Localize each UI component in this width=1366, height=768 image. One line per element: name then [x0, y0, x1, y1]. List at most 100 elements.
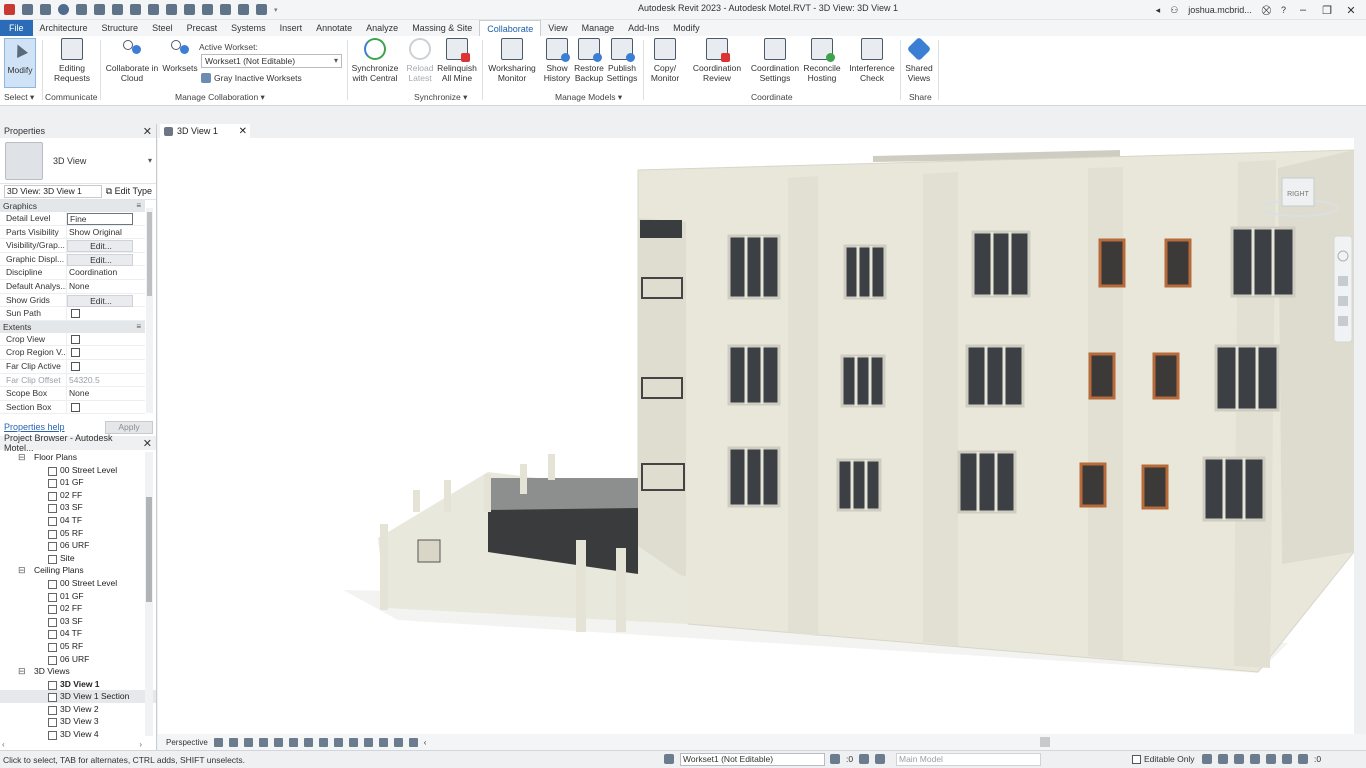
collaborate-in-cloud-button[interactable]: Collaborate in Cloud — [103, 38, 161, 83]
apply-button[interactable]: Apply — [105, 420, 153, 434]
sun-path-icon[interactable] — [243, 737, 253, 747]
type-selector[interactable]: 3D View ▾ — [0, 138, 156, 184]
tab-structure[interactable]: Structure — [95, 20, 146, 36]
measure-icon[interactable] — [130, 4, 141, 15]
tab-systems[interactable]: Systems — [224, 20, 273, 36]
tag-icon[interactable] — [166, 4, 177, 15]
close-view-tab-icon[interactable]: ✕ — [239, 126, 247, 137]
editable-only-toggle[interactable]: Editable Only — [1132, 754, 1195, 764]
select-underlay-icon[interactable] — [1218, 754, 1228, 764]
select-links-icon[interactable] — [1202, 754, 1212, 764]
editing-requests-button[interactable]: Editing Requests — [52, 38, 92, 83]
browser-view-item[interactable]: 00 Street Level — [0, 577, 156, 590]
browser-view-item[interactable]: 03 SF — [0, 615, 156, 628]
property-value[interactable]: None — [67, 387, 145, 400]
navigation-bar[interactable] — [1333, 235, 1353, 343]
section-icon[interactable] — [220, 4, 231, 15]
browser-view-item[interactable]: 02 FF — [0, 602, 156, 615]
browser-view-item[interactable]: 06 URF — [0, 653, 156, 666]
tab-massing-site[interactable]: Massing & Site — [405, 20, 479, 36]
properties-help-link[interactable]: Properties help — [4, 422, 65, 432]
property-value[interactable]: Coordination — [67, 266, 145, 279]
show-crop-icon[interactable] — [303, 737, 313, 747]
property-value[interactable] — [67, 360, 145, 373]
property-value[interactable]: None — [67, 280, 145, 293]
view-cube-face[interactable]: RIGHT — [1287, 191, 1310, 198]
restore-button[interactable]: ❐ — [1320, 4, 1334, 17]
browser-scrollbar[interactable] — [145, 452, 153, 736]
reload-latest-button[interactable]: Reload Latest — [404, 38, 436, 83]
drag-on-selection-icon[interactable] — [1266, 754, 1276, 764]
property-checkbox[interactable] — [71, 361, 80, 371]
property-value[interactable]: Show Original — [67, 226, 145, 239]
dimension-icon[interactable] — [148, 4, 159, 15]
panel-manage-models[interactable]: Manage Models ▾ — [555, 92, 622, 103]
publish-settings-button[interactable]: Publish Settings — [605, 38, 639, 83]
scroll-thumb[interactable] — [147, 212, 152, 296]
worksets-button[interactable]: Worksets — [162, 38, 198, 73]
print-icon[interactable] — [112, 4, 123, 15]
browser-view-item[interactable]: 3D View 3 — [0, 715, 156, 728]
browser-view-item[interactable]: 3D View 4 — [0, 728, 156, 741]
show-history-button[interactable]: Show History — [541, 38, 573, 83]
save-icon[interactable] — [40, 4, 51, 15]
sync-status-icon[interactable] — [830, 754, 840, 764]
search-icon[interactable]: ◂ — [1156, 5, 1161, 16]
switch-windows-icon[interactable] — [256, 4, 267, 15]
copy-monitor-button[interactable]: Copy/ Monitor — [648, 38, 682, 83]
editable-only-checkbox[interactable] — [1132, 754, 1141, 764]
render-icon[interactable] — [273, 737, 283, 747]
worksharing-display-icon[interactable] — [363, 737, 373, 747]
browser-view-item[interactable]: 01 GF — [0, 590, 156, 603]
tab-manage[interactable]: Manage — [575, 20, 622, 36]
property-value[interactable]: Fine — [67, 213, 133, 225]
browser-view-item[interactable]: 3D View 1 Section — [0, 690, 156, 703]
group-graphics[interactable]: Graphics — [0, 200, 145, 212]
background-process-icon[interactable] — [1282, 754, 1292, 764]
user-name[interactable]: joshua.mcbrid... — [1188, 5, 1252, 15]
visual-style-icon[interactable] — [228, 737, 238, 747]
property-value[interactable]: Edit... — [67, 253, 133, 266]
synchronize-with-central-button[interactable]: Synchronize with Central — [352, 38, 398, 83]
instance-selector[interactable]: 3D View: 3D View 1 — [4, 185, 102, 198]
property-value[interactable]: Edit... — [67, 294, 133, 307]
tab-steel[interactable]: Steel — [145, 20, 180, 36]
property-value[interactable]: 54320.5 — [67, 374, 145, 387]
exclude-options-icon[interactable] — [875, 754, 886, 764]
browser-category[interactable]: 3D Views — [0, 665, 156, 678]
select-by-face-icon[interactable] — [1250, 754, 1260, 764]
worksharing-monitor-button[interactable]: Worksharing Monitor — [487, 38, 537, 83]
browser-view-item[interactable]: 02 FF — [0, 489, 156, 502]
crop-view-icon[interactable] — [288, 737, 298, 747]
account-icon[interactable]: ⚇ — [1170, 5, 1178, 16]
coordination-review-button[interactable]: Coordination Review — [690, 38, 744, 83]
text-icon[interactable] — [184, 4, 195, 15]
analytical-model-icon[interactable] — [378, 737, 388, 747]
minimize-button[interactable]: – — [1296, 4, 1310, 16]
qat-dropdown-icon[interactable]: ▾ — [274, 6, 280, 14]
browser-view-item[interactable]: 3D View 2 — [0, 703, 156, 716]
lock-view-icon[interactable] — [318, 737, 328, 747]
open-icon[interactable] — [22, 4, 33, 15]
close-hidden-icon[interactable] — [238, 4, 249, 15]
active-workset-select[interactable]: Workset1 (Not Editable) — [201, 54, 342, 68]
browser-category[interactable]: Ceiling Plans — [0, 564, 156, 577]
tab-architecture[interactable]: Architecture — [33, 20, 95, 36]
worksets-status-icon[interactable] — [664, 754, 674, 764]
gray-inactive-worksets-button[interactable]: Gray Inactive Worksets — [201, 73, 302, 83]
restore-backup-button[interactable]: Restore Backup — [573, 38, 605, 83]
browser-view-item[interactable]: Site — [0, 552, 156, 565]
3d-view-icon[interactable] — [202, 4, 213, 15]
tab-collaborate[interactable]: Collaborate — [479, 20, 542, 36]
browser-view-item[interactable]: 03 SF — [0, 501, 156, 514]
browser-view-item[interactable]: 00 Street Level — [0, 464, 156, 477]
scroll-thumb[interactable] — [146, 497, 152, 602]
close-browser-icon[interactable]: ✕ — [143, 437, 152, 450]
browser-category[interactable]: Floor Plans — [0, 451, 156, 464]
property-value[interactable] — [67, 401, 145, 414]
browser-view-item[interactable]: 01 GF — [0, 476, 156, 489]
browser-view-item[interactable]: 05 RF — [0, 640, 156, 653]
property-checkbox[interactable] — [71, 334, 80, 344]
view-hscroll-thumb[interactable] — [1040, 737, 1050, 747]
zoom-icon[interactable] — [1338, 296, 1348, 306]
